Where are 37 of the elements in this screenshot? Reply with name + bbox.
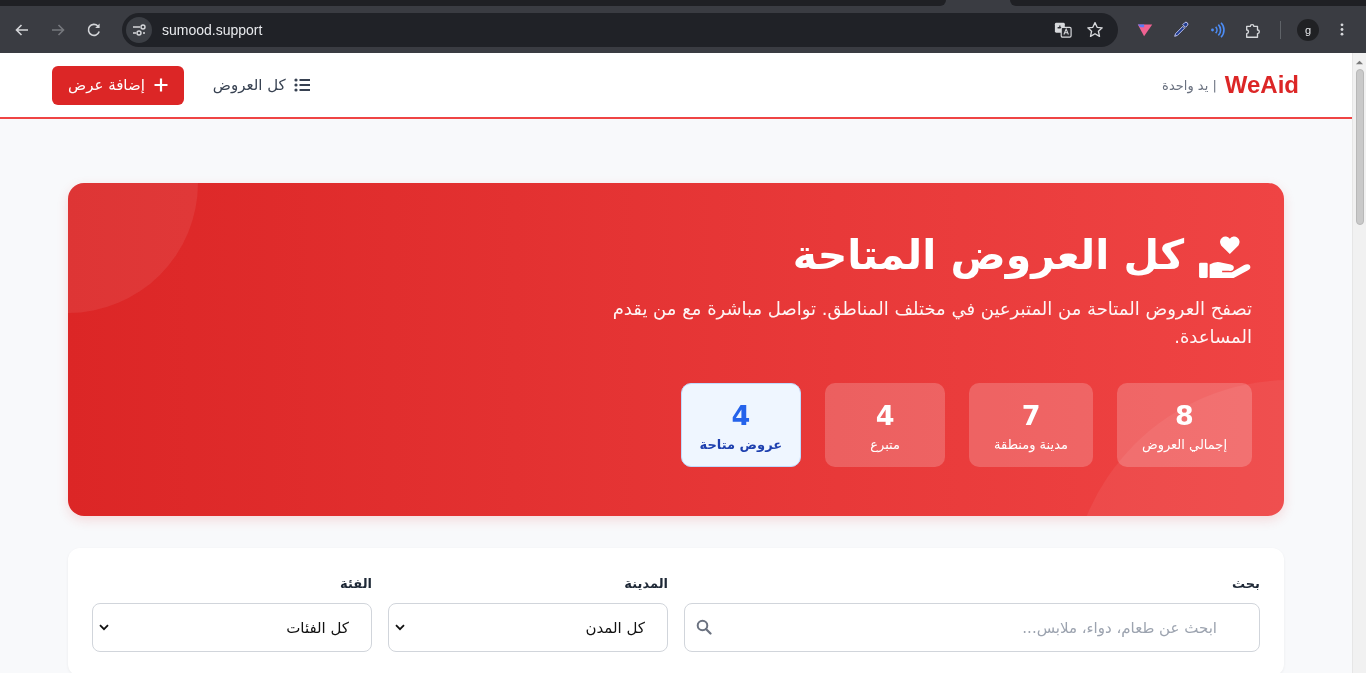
address-bar[interactable]: sumood.support	[122, 12, 1118, 47]
translate-icon[interactable]	[1054, 20, 1072, 39]
stat-value: 4	[731, 398, 751, 433]
chevron-down-icon	[99, 624, 109, 631]
eyedropper-icon[interactable]	[1172, 20, 1190, 39]
stat-label: عروض متاحة	[699, 436, 783, 452]
reload-icon[interactable]	[86, 21, 102, 38]
tagline: | يد واحدة	[1162, 77, 1217, 93]
page-subtitle: تصفح العروض المتاحة من المتبرعين في مختلف المناطق. تواصل مباشرة مع من يقدم المساعدة.	[611, 297, 1252, 349]
plus-icon	[153, 78, 168, 92]
field-label: المدينة	[624, 575, 668, 593]
chevron-down-icon	[395, 624, 405, 631]
stat-value: 7	[1021, 398, 1041, 433]
logo-text[interactable]: WeAid	[1224, 71, 1299, 99]
profile-button[interactable]: g	[1297, 18, 1319, 41]
search-icon	[696, 619, 712, 635]
url-text: sumood.support	[162, 21, 264, 38]
select-field[interactable]: كل المدن	[388, 603, 668, 652]
stat-value: 4	[875, 398, 895, 433]
signal-waves-icon[interactable]	[1208, 20, 1226, 39]
scrollbar-thumb[interactable]	[1355, 69, 1364, 225]
stat-label: إجمالي العروض	[1141, 436, 1227, 452]
select-field[interactable]: كل الفئات	[92, 603, 372, 652]
page-title: كل العروض المتاحة	[792, 230, 1184, 281]
field-label: بحث	[1232, 575, 1260, 593]
add-offer-button[interactable]: إضافة عرض	[52, 65, 184, 105]
more-icon[interactable]	[1340, 22, 1344, 37]
stat-label: متبرع	[870, 436, 900, 452]
site-settings-icon[interactable]	[126, 16, 152, 43]
star-icon[interactable]	[1086, 20, 1104, 39]
search-field[interactable]: ابحث عن طعام، دواء، ملابس...	[684, 603, 1260, 652]
nav-link[interactable]: كل العروض	[212, 76, 310, 94]
stat-value: 8	[1175, 398, 1194, 433]
field-label: الفئة	[340, 575, 372, 593]
scroll-up-icon[interactable]	[1355, 59, 1364, 65]
list-icon	[293, 78, 310, 92]
stat-label: مدينة ومنطقة	[994, 436, 1068, 452]
